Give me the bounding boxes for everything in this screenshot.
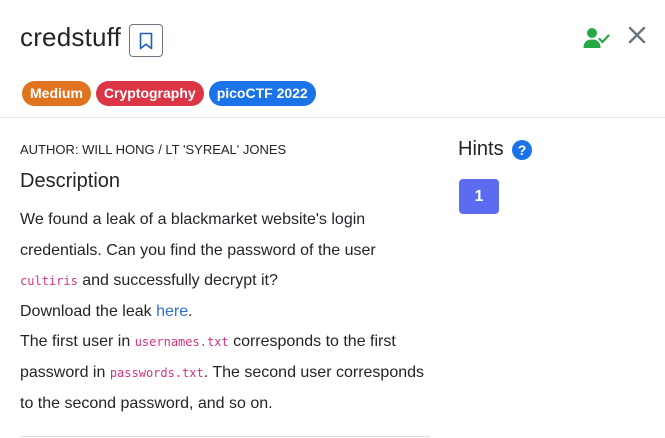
description-text: Download the leak [20, 302, 157, 320]
difficulty-tag: Medium [22, 81, 91, 106]
challenge-header: credstuff Medium Cryptography picoCTF 20… [0, 0, 665, 118]
author-line: AUTHOR: WILL HONG / LT 'SYREAL' JONES [20, 142, 287, 157]
description-paragraph-1: We found a leak of a blackmarket website… [20, 205, 430, 297]
description-heading: Description [20, 170, 121, 192]
username-code: cultiris [20, 274, 78, 289]
download-leak-link[interactable]: here [156, 303, 188, 320]
challenge-title: credstuff [20, 22, 122, 52]
description-text: The first user in [20, 333, 135, 351]
description-text: We found a leak of a blackmarket website… [20, 211, 376, 259]
bookmark-button[interactable] [129, 24, 163, 57]
bookmark-icon [139, 32, 153, 49]
passwords-file-code: passwords.txt [109, 365, 204, 380]
description-paragraph-2: Download the leak here. [20, 297, 430, 328]
question-circle-icon[interactable]: ? [512, 140, 532, 160]
description-body: We found a leak of a blackmarket website… [20, 205, 430, 419]
description-text: . [188, 302, 193, 320]
description-paragraph-3: The first user in usernames.txt correspo… [20, 327, 430, 419]
section-divider [20, 436, 430, 437]
svg-text:?: ? [518, 142, 527, 158]
hints-heading: Hints [458, 138, 504, 160]
usernames-file-code: usernames.txt [134, 335, 229, 350]
tag-list: Medium Cryptography picoCTF 2022 [22, 81, 316, 106]
category-tag: Cryptography [95, 81, 204, 106]
description-text: and successfully decrypt it? [77, 272, 278, 290]
event-tag: picoCTF 2022 [208, 81, 316, 106]
user-check-icon [583, 28, 610, 48]
close-icon[interactable] [628, 26, 646, 44]
hint-button-1[interactable]: 1 [459, 179, 499, 214]
